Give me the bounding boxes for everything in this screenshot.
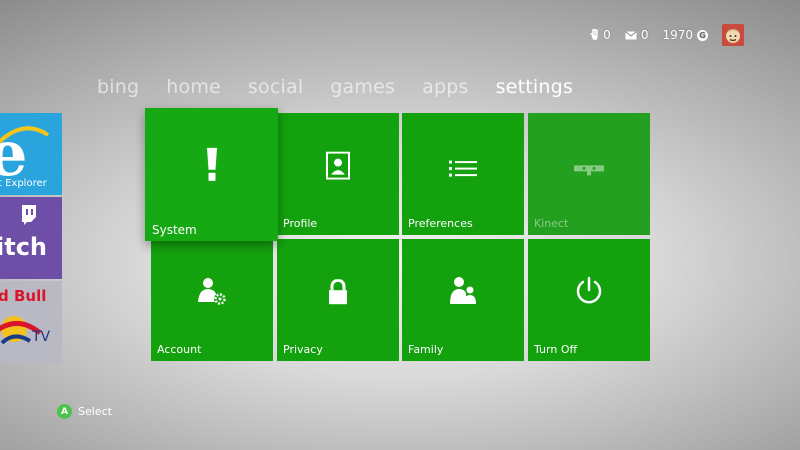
account-gear-icon [198, 278, 226, 305]
redbull-tv-logo-icon: TV [0, 316, 51, 345]
gamerscore-badge-icon: G [697, 29, 708, 41]
family-icon [450, 277, 476, 304]
avatar-face-icon [722, 24, 744, 46]
nav-settings[interactable]: settings [496, 76, 573, 98]
tile-label-privacy: Privacy [283, 343, 323, 356]
gamerscore-value: 1970 [662, 28, 693, 42]
tile-profile[interactable]: Profile [277, 113, 399, 235]
avatar[interactable] [722, 24, 744, 46]
tile-account[interactable]: Account [151, 239, 273, 361]
tile-turnoff[interactable]: Turn Off [528, 239, 650, 361]
tile-preferences[interactable]: Preferences [402, 113, 524, 235]
status-bar: 0 0 1970 G [590, 24, 744, 46]
beacons-status[interactable]: 0 [590, 28, 611, 42]
nav-social[interactable]: social [248, 76, 303, 98]
power-icon [576, 276, 602, 304]
peek-label-twitch: itch [0, 233, 48, 261]
nav-home[interactable]: home [166, 76, 221, 98]
tile-kinect[interactable]: Kinect [528, 113, 650, 235]
profile-icon [326, 151, 350, 180]
beacons-count: 0 [603, 28, 611, 42]
envelope-icon [624, 30, 637, 39]
gamerscore-status: 1970 G [662, 28, 708, 42]
nav-games[interactable]: games [330, 76, 395, 98]
tile-label-kinect: Kinect [534, 217, 569, 230]
peek-label-ie: t Explorer [0, 178, 47, 189]
peek-tile-internet-explorer[interactable]: e t Explorer [0, 113, 62, 195]
svg-text:TV: TV [31, 329, 51, 345]
select-hint-label: Select [78, 405, 112, 418]
tile-family[interactable]: Family [402, 239, 524, 361]
footer-hint: A Select [57, 404, 112, 419]
tile-label-profile: Profile [283, 217, 318, 230]
tile-label-preferences: Preferences [408, 217, 473, 230]
nav-apps[interactable]: apps [422, 76, 468, 98]
a-button-icon[interactable]: A [57, 404, 72, 419]
peek-tile-redbull[interactable]: d Bull TV [0, 281, 62, 363]
peek-tile-twitch[interactable]: itch [0, 197, 62, 279]
kinect-icon [574, 165, 604, 176]
tile-privacy[interactable]: Privacy [277, 239, 399, 361]
tile-label-family: Family [408, 343, 444, 356]
messages-status[interactable]: 0 [624, 28, 649, 42]
messages-count: 0 [640, 28, 649, 42]
xbox-system-icon [206, 147, 217, 181]
lock-icon [329, 279, 347, 305]
tile-system[interactable]: System [145, 108, 278, 241]
list-icon [449, 160, 477, 177]
nav-bing[interactable]: bing [97, 76, 139, 98]
tile-label-turnoff: Turn Off [534, 343, 578, 356]
tile-label-system: System [152, 223, 197, 237]
main-nav: bing home social games apps settings [97, 76, 573, 98]
tile-label-account: Account [157, 343, 202, 356]
hand-icon [590, 29, 598, 40]
